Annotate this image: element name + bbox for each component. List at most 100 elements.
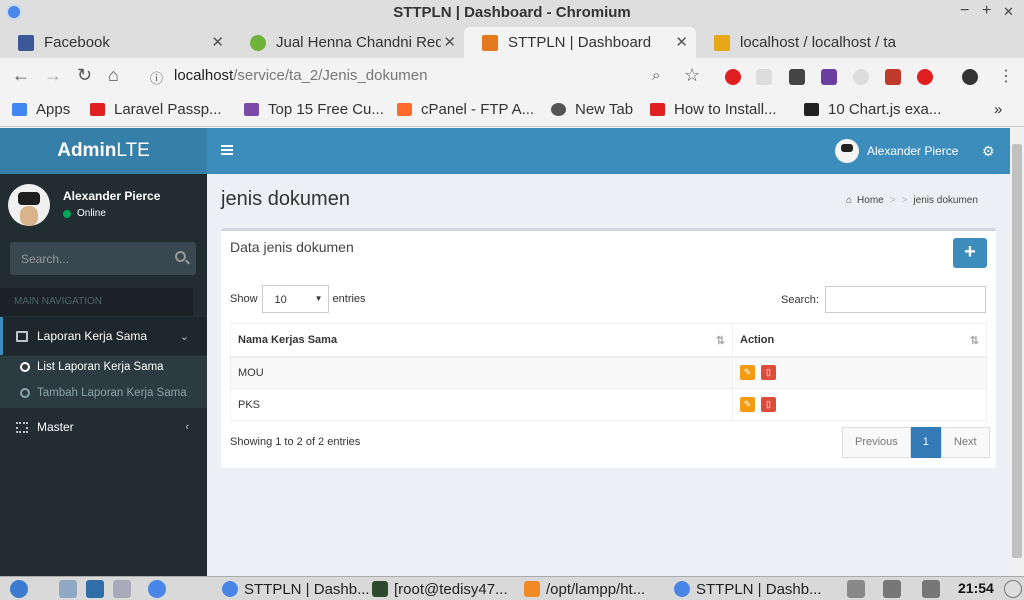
bookmark-howto[interactable]: How to Install...	[650, 101, 777, 118]
sidebar-item-list-laporan[interactable]: List Laporan Kerja Sama	[20, 361, 164, 373]
megaphone-icon[interactable]	[885, 69, 901, 85]
tab-facebook[interactable]: Facebook ✕	[0, 27, 232, 58]
chevron-left-icon: ‹	[185, 421, 189, 433]
youtube-icon	[650, 103, 665, 116]
tab-close-icon[interactable]: ✕	[443, 33, 456, 51]
bookmarks-more[interactable]: »	[994, 101, 1002, 118]
sidebar-subitem-label: Tambah Laporan Kerja Sama	[37, 387, 187, 399]
sidebar-search-input[interactable]: Search...	[10, 242, 196, 275]
bookmark-chartjs[interactable]: 10 Chart.js exa...	[804, 101, 941, 118]
clock: 21:54	[958, 580, 994, 596]
power-icon[interactable]	[1004, 580, 1022, 598]
trash-icon[interactable]: ▯	[761, 397, 776, 412]
ta-icon	[804, 103, 819, 116]
tab-close-icon[interactable]: ✕	[211, 33, 224, 51]
nav-user-name: Alexander Pierce	[867, 144, 959, 158]
forward-icon[interactable]: →	[44, 65, 62, 86]
sync-icon[interactable]	[917, 69, 933, 85]
reload-icon[interactable]: ↻	[77, 65, 92, 86]
profile-avatar[interactable]	[962, 69, 978, 85]
close-window-button[interactable]: ✕	[1003, 4, 1014, 20]
extension-icon-2[interactable]	[853, 69, 869, 85]
laporan-submenu: List Laporan Kerja Sama Tambah Laporan K…	[0, 356, 207, 408]
monitor-icon[interactable]	[86, 580, 104, 598]
box-title: Data jenis dokumen	[230, 239, 354, 255]
chromium-launcher-icon[interactable]	[148, 580, 166, 598]
zoom-icon[interactable]: ⌕	[652, 67, 660, 84]
tab-sttpln[interactable]: STTPLN | Dashboard ✕	[464, 27, 696, 58]
entries-select[interactable]: 10	[261, 285, 329, 313]
avatar	[835, 139, 859, 163]
window-icon[interactable]	[113, 580, 131, 598]
files-icon[interactable]	[59, 580, 77, 598]
row-name: MOU	[230, 356, 733, 389]
bookmark-cpanel[interactable]: cPanel - FTP A...	[397, 101, 534, 118]
volume-icon[interactable]	[922, 580, 940, 598]
taskbar-item-chromium[interactable]: STTPLN | Dashb...	[222, 579, 370, 599]
minimize-button[interactable]: −	[960, 2, 969, 20]
row-actions: ✎ ▯	[732, 388, 987, 421]
url-path: /service/ta_2/Jenis_dokumen	[233, 67, 428, 84]
scrollbar-thumb[interactable]	[1012, 144, 1022, 558]
page-viewport: AdminLTE Alexander Pierce ⚙ Alexander Pi…	[0, 128, 1010, 576]
column-header-nama[interactable]: Nama Kerjas Sama ⇅	[230, 323, 733, 358]
extension-icon[interactable]	[821, 69, 837, 85]
adblock-icon[interactable]	[725, 69, 741, 85]
tab-label: localhost / localhost / ta	[740, 34, 896, 51]
column-header-action[interactable]: Action ⇅	[732, 323, 987, 358]
bookmark-label: How to Install...	[674, 101, 777, 118]
tab-phpmyadmin[interactable]: localhost / localhost / ta	[696, 27, 936, 58]
back-icon[interactable]: ←	[12, 65, 30, 86]
bookmark-apps[interactable]: Apps	[12, 101, 70, 118]
online-dot-icon	[63, 209, 71, 218]
taskbar-item-terminal[interactable]: [root@tedisy47...	[372, 579, 508, 599]
breadcrumb: ⌂ Home > > jenis dokumen	[846, 195, 978, 206]
tab-close-icon[interactable]: ✕	[675, 33, 688, 51]
app-logo[interactable]: AdminLTE	[0, 128, 207, 174]
bookmark-newtab[interactable]: New Tab	[551, 101, 633, 118]
sidebar-item-tambah-laporan[interactable]: Tambah Laporan Kerja Sama	[20, 387, 187, 399]
data-box: Data jenis dokumen + Show 10 entries Sea…	[221, 228, 996, 468]
info-icon[interactable]: ⓘ	[150, 68, 163, 87]
edit-icon[interactable]: ✎	[740, 397, 755, 412]
bookmark-laravel[interactable]: Laravel Passp...	[90, 101, 222, 118]
page-scrollbar[interactable]	[1010, 128, 1024, 576]
tab-label: STTPLN | Dashboard	[508, 34, 652, 51]
taskbar-label: STTPLN | Dashb...	[696, 580, 822, 598]
tab-label: Facebook	[44, 34, 110, 51]
start-menu-icon[interactable]	[10, 580, 28, 598]
taskbar-item-sublime[interactable]: /opt/lampp/ht...	[524, 579, 645, 599]
home-icon[interactable]: ⌂	[108, 65, 119, 86]
address-bar[interactable]: localhost/service/ta_2/Jenis_dokumen	[174, 67, 427, 84]
trash-icon[interactable]: ▯	[761, 365, 776, 381]
taskbar-item-chromium-2[interactable]: STTPLN | Dashb...	[674, 579, 822, 599]
add-button[interactable]: +	[953, 238, 987, 268]
battery-icon[interactable]	[847, 580, 865, 598]
page-1-button[interactable]: 1	[910, 427, 941, 458]
sidebar-item-laporan[interactable]: Laporan Kerja Sama ⌄	[0, 317, 207, 355]
bookmark-label: New Tab	[575, 101, 634, 118]
search-icon[interactable]	[175, 251, 186, 262]
chromium-icon	[222, 581, 238, 597]
sidebar-toggle-icon[interactable]	[221, 145, 233, 155]
dashboard-icon: ⌂	[846, 195, 853, 206]
x-extension-icon[interactable]	[789, 69, 805, 85]
calculator-icon	[16, 330, 28, 342]
breadcrumb-separator: >	[901, 195, 908, 206]
edit-icon[interactable]: ✎	[740, 365, 755, 381]
next-button[interactable]: Next	[940, 427, 990, 458]
previous-button[interactable]: Previous	[842, 427, 911, 458]
network-icon[interactable]	[883, 580, 901, 598]
user-menu[interactable]: Alexander Pierce	[835, 139, 958, 163]
breadcrumb-home[interactable]: Home	[857, 195, 884, 206]
menu-icon[interactable]: ⋮	[998, 66, 1014, 86]
tab-henna[interactable]: Jual Henna Chandni Red ✕	[232, 27, 464, 58]
maximize-button[interactable]: +	[982, 2, 991, 20]
bookmark-star-icon[interactable]: ☆	[684, 65, 700, 86]
sidebar-item-master[interactable]: Master ‹	[0, 408, 207, 446]
bookmark-top15[interactable]: Top 15 Free Cu...	[244, 101, 384, 118]
json-icon[interactable]	[756, 69, 772, 85]
gears-icon[interactable]: ⚙	[982, 143, 995, 160]
table-search-input[interactable]	[825, 286, 986, 313]
sort-icon: ⇅	[969, 335, 979, 347]
